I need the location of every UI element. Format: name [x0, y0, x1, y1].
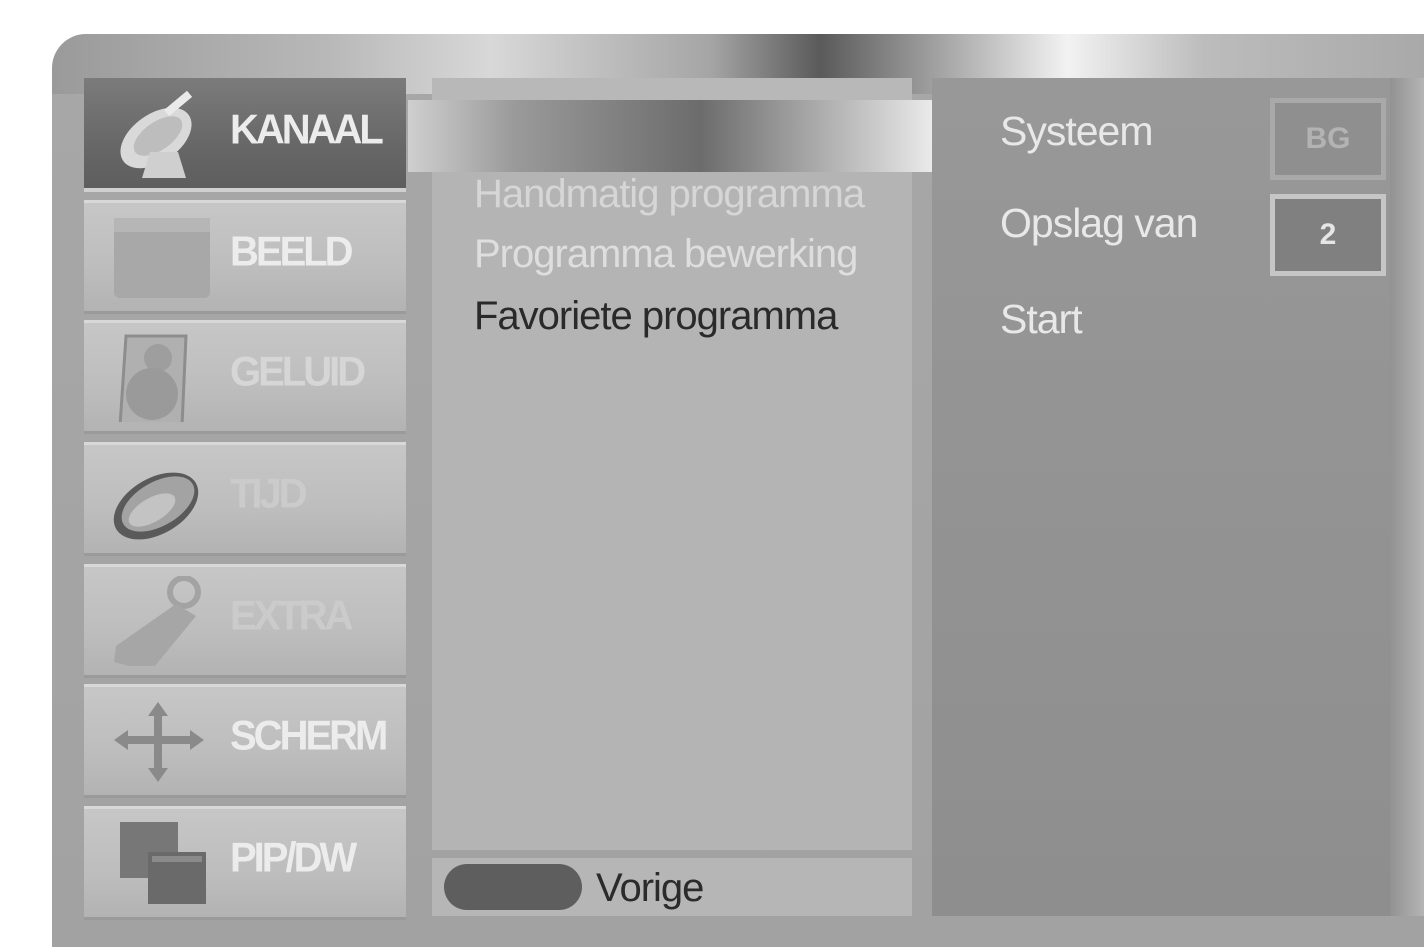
store-from-value-box[interactable]: 2: [1270, 194, 1386, 276]
frame-right-edge: [1390, 78, 1424, 916]
menu-item-label: EXTRA: [230, 592, 354, 639]
key-icon: [114, 576, 201, 666]
submenu-panel: Handmatig programma Programma bewerking …: [432, 172, 912, 850]
back-label: Vorige: [596, 866, 704, 910]
menu-item-label: BEELD: [230, 228, 354, 275]
satellite-dish-icon: [120, 90, 193, 178]
submenu-footer: Vorige: [432, 858, 912, 916]
main-menu-sidebar: KANAAL BEELD GELUID TIJD EXTRA SCHERM PI…: [84, 78, 406, 920]
picture-icon: [114, 218, 210, 298]
clock-icon: [113, 472, 199, 540]
system-value: BG: [1305, 122, 1351, 155]
menu-item-beeld[interactable]: BEELD: [84, 200, 406, 314]
system-value-box[interactable]: BG: [1270, 98, 1386, 180]
menu-item-label: PIP/DW: [230, 834, 357, 881]
submenu-item-favoriete[interactable]: Favoriete programma: [474, 294, 838, 339]
menu-item-label: KANAAL: [230, 106, 384, 153]
menu-item-extra[interactable]: EXTRA: [84, 564, 406, 678]
submenu-item-handmatig[interactable]: Handmatig programma: [474, 172, 865, 217]
menu-item-kanaal[interactable]: KANAAL: [84, 78, 406, 192]
menu-item-label: TIJD: [230, 470, 308, 517]
back-button-indicator[interactable]: [444, 864, 582, 910]
pip-icon: [120, 822, 206, 904]
menu-item-scherm[interactable]: SCHERM: [84, 684, 406, 798]
menu-item-pip-dw[interactable]: PIP/DW: [84, 806, 406, 920]
menu-item-label: GELUID: [230, 348, 366, 395]
submenu-item-programma-bewerking[interactable]: Programma bewerking: [474, 232, 858, 277]
settings-panel: Systeem BG Opslag van 2 Start: [932, 78, 1424, 916]
menu-item-label: SCHERM: [230, 712, 388, 759]
menu-item-tijd[interactable]: TIJD: [84, 442, 406, 556]
system-label: Systeem: [1000, 108, 1153, 154]
submenu-top-bar: [432, 78, 912, 100]
move-arrows-icon: [114, 702, 204, 782]
speaker-icon: [118, 334, 188, 422]
menu-item-geluid[interactable]: GELUID: [84, 320, 406, 434]
store-from-value: 2: [1319, 218, 1337, 251]
submenu-selection-highlight: [408, 100, 940, 172]
store-from-label: Opslag van: [1000, 200, 1198, 246]
start-button[interactable]: Start: [1000, 296, 1083, 343]
